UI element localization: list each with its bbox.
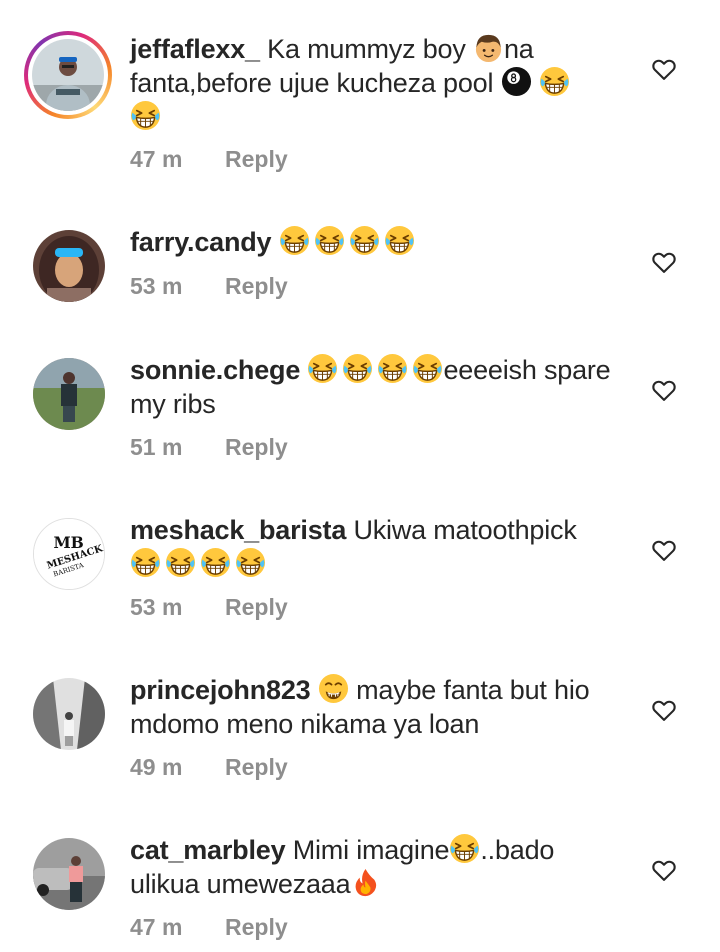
comment-time: 49 m: [130, 754, 183, 780]
comment-text: [271, 227, 278, 257]
like-heart-icon[interactable]: [650, 248, 678, 276]
like-heart-icon[interactable]: [650, 536, 678, 564]
comment-username[interactable]: jeffaflexx_: [130, 34, 260, 64]
laughing-emoji-icon: [342, 353, 373, 384]
comment-username[interactable]: meshack_barista: [130, 515, 346, 545]
like-heart-icon[interactable]: [650, 376, 678, 404]
comment-username[interactable]: princejohn823: [130, 675, 311, 705]
comment-meta: 47 m Reply: [130, 144, 288, 174]
like-heart-icon[interactable]: [650, 856, 678, 884]
avatar[interactable]: MB MESHACK BARISTA: [33, 518, 105, 590]
avatar[interactable]: [33, 358, 105, 430]
comment-text: Ka mummyz boy: [259, 34, 473, 64]
laughing-emoji-icon: [307, 353, 338, 384]
comment-time: 47 m: [130, 914, 183, 940]
reply-button[interactable]: Reply: [225, 271, 288, 301]
comment-time: 47 m: [130, 146, 183, 172]
comment-body: jeffaflexx_ Ka mummyz boy na fanta,befor…: [130, 32, 630, 134]
money-mouth-emoji-icon: [318, 673, 349, 704]
reply-button[interactable]: Reply: [225, 432, 288, 462]
laughing-emoji-icon: [200, 547, 231, 578]
comment-text: [310, 675, 317, 705]
comment-meta: 47 m Reply: [130, 912, 288, 942]
laughing-emoji-icon: [130, 547, 161, 578]
comment-text: [300, 355, 307, 385]
laughing-emoji-icon: [349, 225, 380, 256]
comment-meta: 49 m Reply: [130, 752, 288, 782]
like-heart-icon[interactable]: [650, 55, 678, 83]
comment-meta: 53 m Reply: [130, 592, 288, 622]
laughing-emoji-icon: [235, 547, 266, 578]
comment-body: farry.candy: [130, 225, 630, 259]
comment-username[interactable]: sonnie.chege: [130, 355, 300, 385]
comment-username[interactable]: farry.candy: [130, 227, 272, 257]
laughing-emoji-icon: [449, 833, 480, 864]
comment-text: Ukiwa matoothpick: [346, 515, 577, 545]
laughing-emoji-icon: [539, 66, 570, 97]
reply-button[interactable]: Reply: [225, 144, 288, 174]
comment-username[interactable]: cat_marbley: [130, 835, 286, 865]
laughing-emoji-icon: [314, 225, 345, 256]
like-heart-icon[interactable]: [650, 696, 678, 724]
comment-body: sonnie.chege eeeeish spare my ribs: [130, 353, 630, 421]
avatar[interactable]: [24, 31, 112, 119]
laughing-emoji-icon: [412, 353, 443, 384]
avatar[interactable]: [33, 230, 105, 302]
laughing-emoji-icon: [384, 225, 415, 256]
comment-meta: 51 m Reply: [130, 432, 288, 462]
comment-text: Mimi imagine: [285, 835, 450, 865]
reply-button[interactable]: Reply: [225, 912, 288, 942]
pool-8-ball-emoji-icon: [501, 66, 532, 97]
laughing-emoji-icon: [279, 225, 310, 256]
comment-time: 53 m: [130, 273, 183, 299]
laughing-emoji-icon: [165, 547, 196, 578]
laughing-emoji-icon: [130, 100, 161, 131]
comment-time: 51 m: [130, 434, 183, 460]
laughing-emoji-icon: [377, 353, 408, 384]
comment-body: meshack_barista Ukiwa matoothpick: [130, 513, 630, 581]
comment-body: cat_marbley Mimi imagine ..bado ulikua um…: [130, 833, 630, 901]
fire-emoji-icon: [350, 867, 381, 898]
avatar[interactable]: [33, 838, 105, 910]
reply-button[interactable]: Reply: [225, 592, 288, 622]
comment-time: 53 m: [130, 594, 183, 620]
boy-emoji-icon: [473, 32, 504, 63]
comment-meta: 53 m Reply: [130, 271, 288, 301]
avatar[interactable]: [33, 678, 105, 750]
reply-button[interactable]: Reply: [225, 752, 288, 782]
comment-body: princejohn823 maybe fanta but hio mdomo …: [130, 673, 630, 741]
